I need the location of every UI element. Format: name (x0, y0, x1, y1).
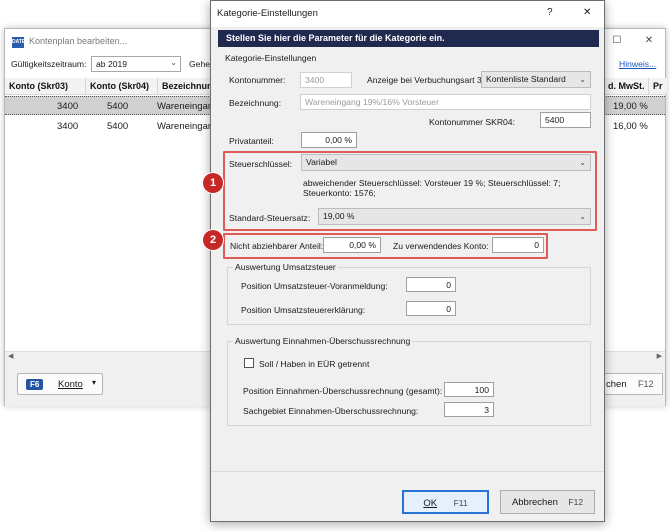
close-icon[interactable]: ✕ (583, 7, 591, 18)
steuer-info-line1: abweichender Steuerschlüssel: Vorsteuer … (303, 178, 561, 188)
kontonummer-field[interactable]: 3400 (300, 72, 352, 88)
section-title: Kategorie-Einstellungen (225, 53, 317, 63)
kontonummer-label: Kontonummer: (229, 75, 286, 85)
anzeige-value: Kontenliste Standard (486, 74, 566, 84)
chevron-down-icon: ⌄ (579, 75, 586, 84)
cell-skr03: 3400 (57, 101, 79, 112)
caret-down-icon: ▾ (92, 378, 97, 387)
footer-divider (211, 471, 604, 472)
cell-bezeichnung: Wareneingan (157, 121, 214, 132)
skr04-field[interactable]: 5400 (540, 112, 591, 128)
close-icon[interactable]: ✕ (642, 35, 656, 47)
dialog-banner: Stellen Sie hier die Parameter für die K… (218, 30, 599, 47)
steuerschluessel-select[interactable]: Variabel ⌄ (301, 154, 591, 171)
zu-verwendendes-konto-field[interactable]: 0 (492, 237, 544, 253)
filter-label: Gültigkeitszeitraum: (11, 59, 87, 69)
ust-voranmeldung-label: Position Umsatzsteuer-Voranmeldung: (241, 281, 388, 291)
ok-label: OK (423, 498, 438, 509)
umsatzsteuer-group-title: Auswertung Umsatzsteuer (233, 262, 338, 272)
maximize-icon[interactable]: ☐ (610, 35, 624, 47)
f12-key: F12 (638, 379, 654, 389)
hinweis-link[interactable]: Hinweis... (619, 59, 656, 69)
umsatzsteuer-group (227, 267, 591, 325)
step-badge-2: 2 (203, 230, 223, 250)
cell-skr04: 5400 (107, 121, 129, 132)
col-header-skr04[interactable]: Konto (Skr04) (85, 78, 157, 95)
position-eur-field[interactable]: 100 (444, 382, 494, 397)
abbrechen-bg-label: chen (606, 379, 627, 390)
f12-key: F12 (568, 497, 584, 507)
bezeichnung-field[interactable]: Wareneingang 19%/16% Vorsteuer (300, 94, 591, 110)
steuersatz-value: 19,00 % (323, 211, 355, 221)
abbrechen-label: Abbrechen (511, 497, 558, 508)
step-badge-1: 1 (203, 173, 223, 193)
scroll-right-icon[interactable]: ▶ (657, 352, 662, 360)
standard-steuersatz-label: Standard-Steuersatz: (229, 213, 311, 223)
col-header-pr[interactable]: Pr (648, 78, 667, 95)
abbrechen-button[interactable]: Abbrechen F12 (500, 490, 595, 514)
dialog-title: Kategorie-Einstellungen (217, 8, 318, 19)
ust-voranmeldung-field[interactable]: 0 (406, 277, 456, 292)
nicht-abziehbar-label: Nicht abziehbarer Anteil: (230, 241, 324, 251)
cell-skr04: 5400 (107, 101, 129, 112)
sachgebiet-label: Sachgebiet Einnahmen-Überschussrechnung: (243, 406, 419, 416)
soll-haben-label: Soll / Haben in EÜR getrennt (259, 359, 370, 369)
cell-mwst: 19,00 % (613, 101, 648, 112)
anzeige-select[interactable]: Kontenliste Standard ⌄ (481, 71, 591, 88)
privatanteil-field[interactable]: 0,00 % (301, 132, 357, 148)
anzeige-label: Anzeige bei Verbuchungsart 3: (367, 75, 485, 85)
soll-haben-checkbox[interactable] (244, 358, 254, 368)
col-header-mwst[interactable]: d. MwSt. (604, 78, 648, 95)
chevron-down-icon: ⌄ (579, 212, 586, 221)
kategorie-dialog: Kategorie-Einstellungen ? ✕ Stellen Sie … (203, 0, 605, 522)
ust-erklaerung-label: Position Umsatzsteuererklärung: (241, 305, 366, 315)
privatanteil-label: Privatanteil: (229, 136, 274, 146)
konto-label: Zu verwendendes Konto: (393, 241, 489, 251)
col-header-skr03[interactable]: Konto (Skr03) (5, 78, 85, 95)
chevron-down-icon: ⌄ (170, 58, 177, 67)
sachgebiet-field[interactable]: 3 (444, 402, 494, 417)
chevron-down-icon: ⌄ (579, 158, 586, 167)
cell-mwst: 16,00 % (613, 121, 648, 132)
f11-key: F11 (453, 498, 468, 508)
abbrechen-button-bg[interactable]: chen F12 (603, 373, 663, 395)
f6-key: F6 (26, 379, 44, 390)
skr04-label: Kontonummer SKR04: (429, 117, 515, 127)
cell-skr03: 3400 (57, 121, 79, 132)
standard-steuersatz-select[interactable]: 19,00 % ⌄ (318, 208, 591, 225)
ust-erklaerung-field[interactable]: 0 (406, 301, 456, 316)
scroll-left-icon[interactable]: ◀ (8, 352, 13, 360)
col-header-bezeichnung[interactable]: Bezeichnung (157, 78, 218, 95)
nicht-abziehbar-field[interactable]: 0,00 % (323, 237, 381, 253)
gueltigkeitszeitraum-select[interactable]: ab 2019 ⌄ (91, 56, 181, 72)
help-icon[interactable]: ? (547, 7, 553, 18)
dialog-titlebar: Kategorie-Einstellungen ? ✕ (211, 1, 604, 27)
konto-button[interactable]: F6 Konto ▾ (17, 373, 103, 395)
cell-bezeichnung: Wareneingan (157, 101, 214, 112)
steuerschluessel-label: Steuerschlüssel: (229, 159, 293, 169)
ok-button[interactable]: OK F11 (402, 490, 489, 514)
filter-value: ab 2019 (96, 59, 128, 69)
konto-label: Konto (58, 379, 83, 390)
eur-group-title: Auswertung Einnahmen-Überschussrechnung (233, 336, 413, 346)
steuerschluessel-value: Variabel (306, 157, 337, 167)
app-icon: DATEV (12, 37, 29, 48)
bezeichnung-label: Bezeichnung: (229, 98, 282, 108)
steuer-info-line2: Steuerkonto: 1576; (303, 188, 376, 198)
position-eur-label: Position Einnahmen-Überschussrechnung (g… (243, 386, 443, 396)
window-title: Kontenplan bearbeiten... (29, 36, 128, 46)
